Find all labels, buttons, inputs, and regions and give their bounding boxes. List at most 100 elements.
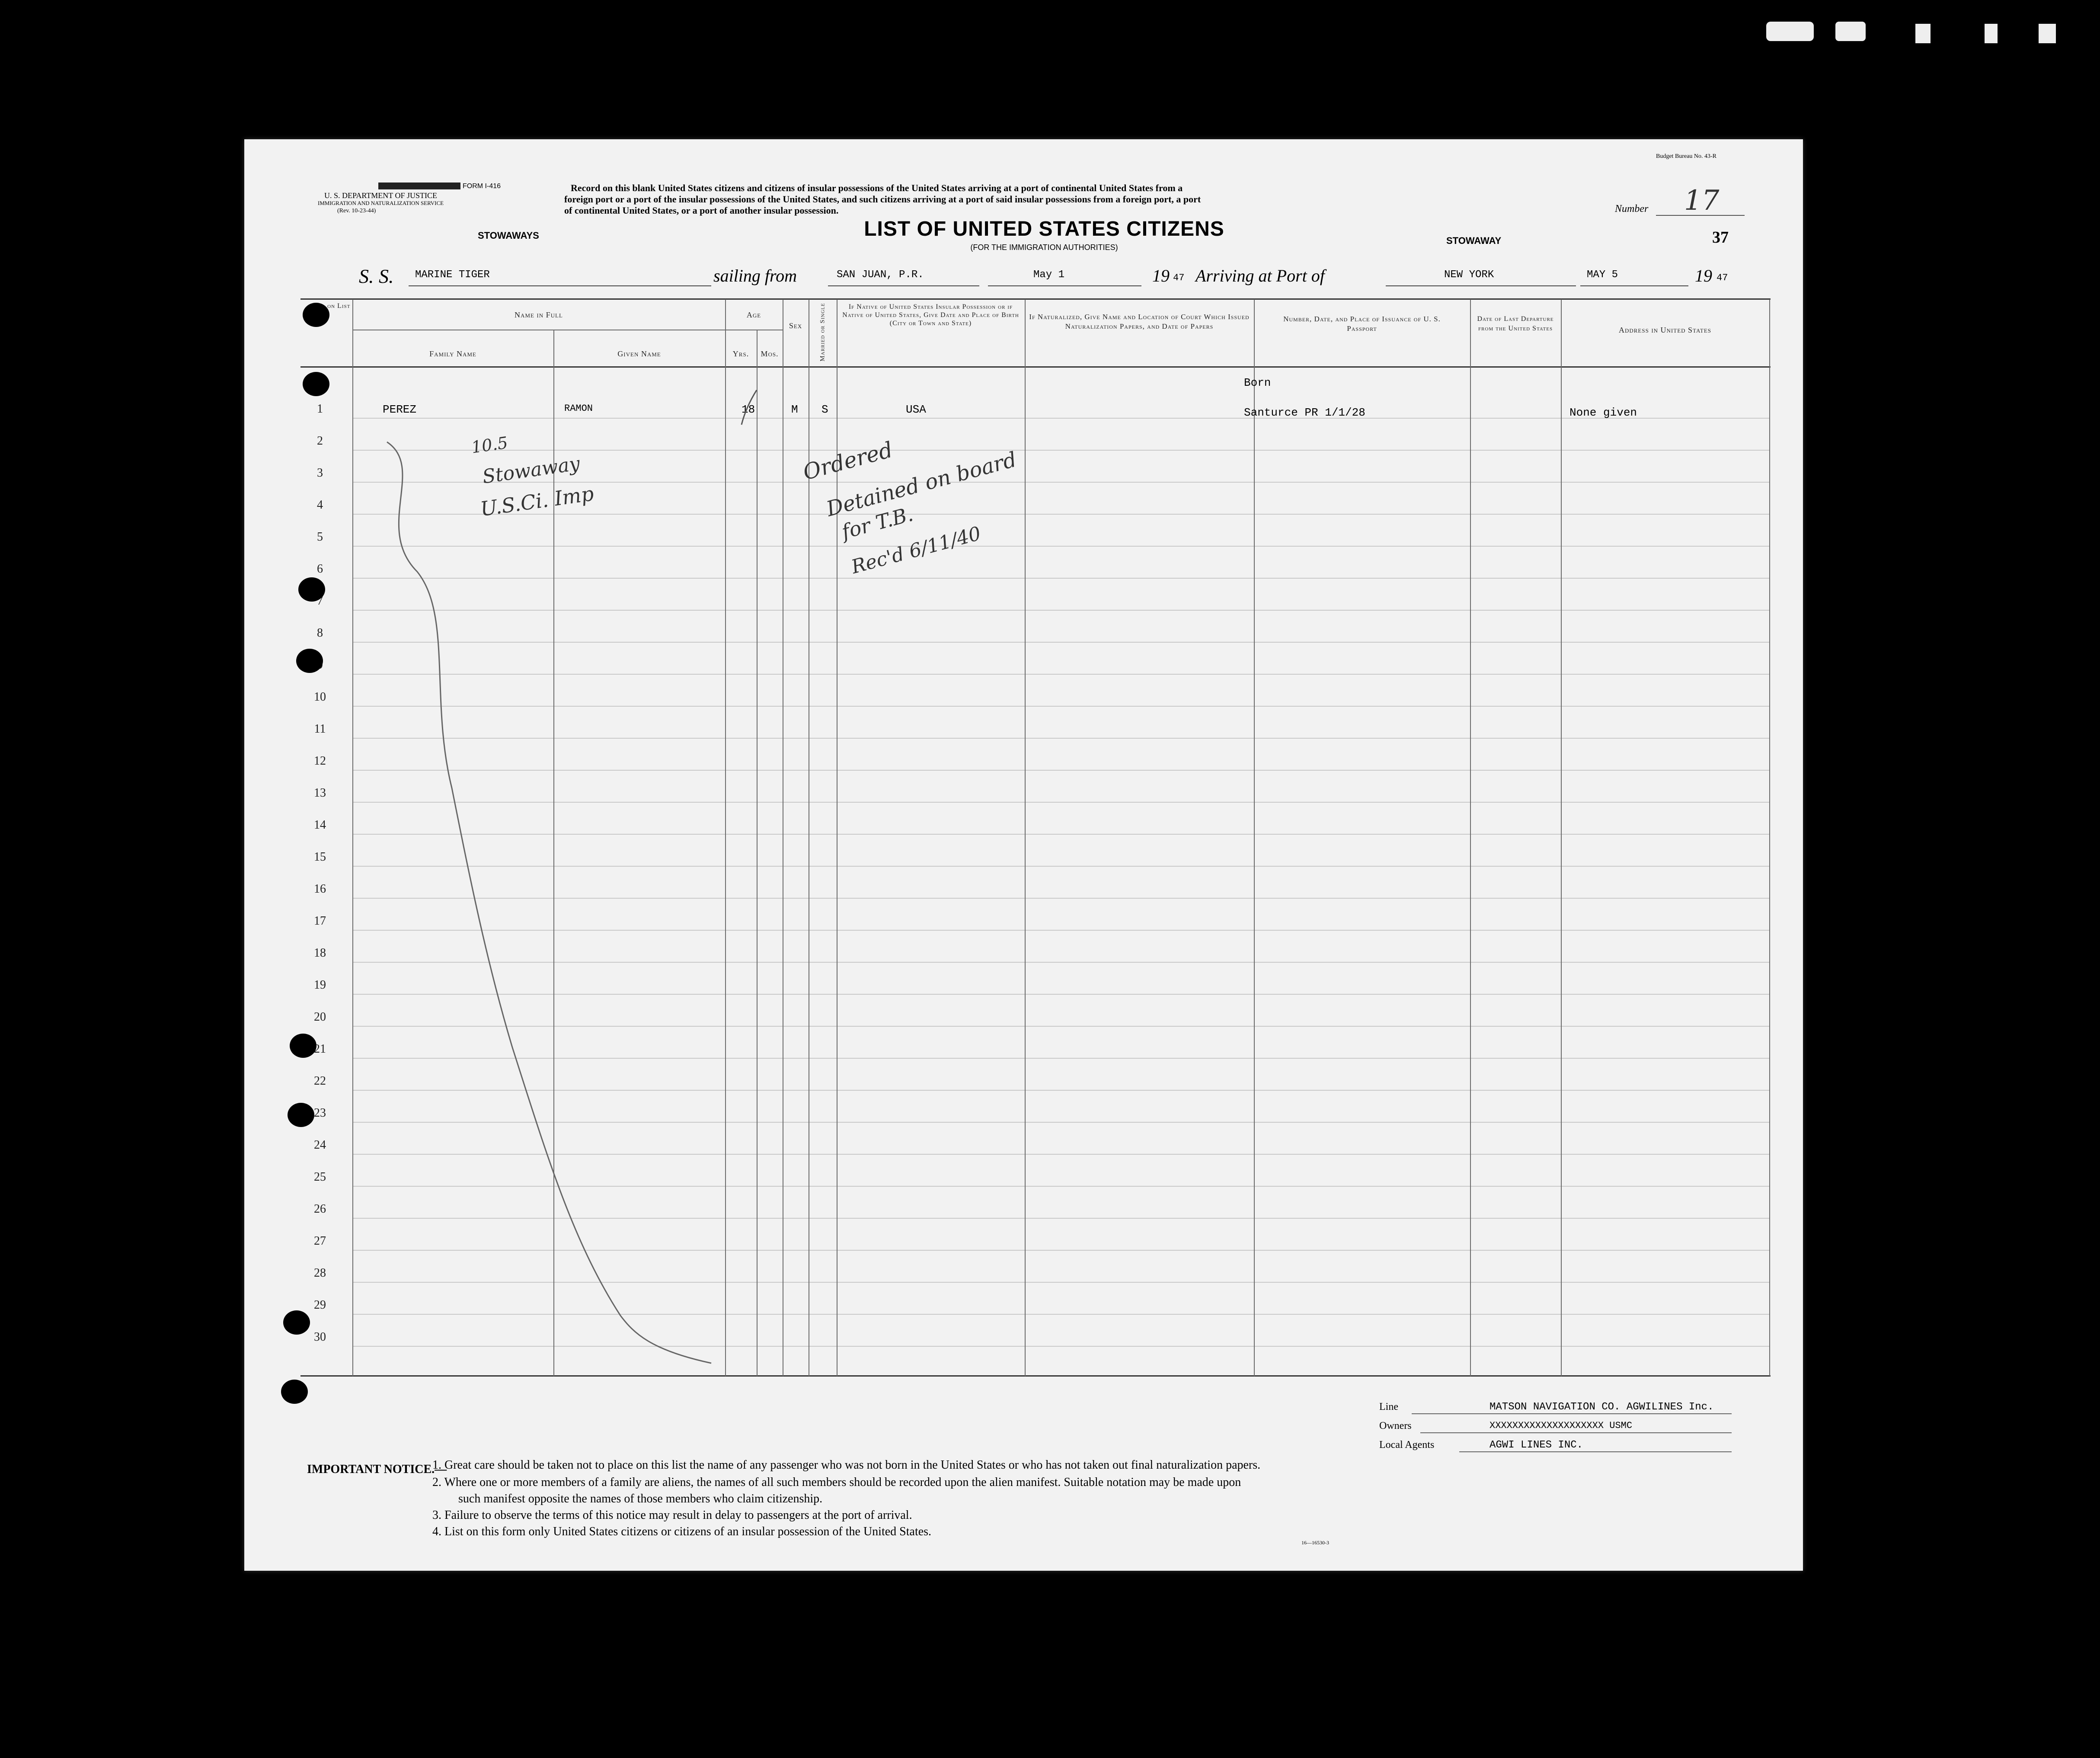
owners-value: XXXXXXXXXXXXXXXXXXXX USMC xyxy=(1489,1420,1633,1431)
entry-given-name: RAMON xyxy=(564,403,593,414)
col-header-given: Given Name xyxy=(617,349,661,358)
col-rule xyxy=(1769,299,1770,1376)
service-line: IMMIGRATION AND NATURALIZATION SERVICE xyxy=(318,200,444,206)
ruled-line xyxy=(352,1090,1769,1091)
ss-label: S. S. xyxy=(359,265,394,287)
row-number: 28 xyxy=(314,1266,326,1280)
row-number: 6 xyxy=(317,562,323,576)
punch-hole xyxy=(296,649,323,673)
sailing-label: sailing from xyxy=(713,266,797,285)
row-number: 11 xyxy=(314,722,326,736)
col-rule xyxy=(553,330,554,1376)
col-header-mos: Mos. xyxy=(761,349,779,358)
handwritten-note-mid-1: Ordered xyxy=(800,437,895,485)
col-header-native: If Native of United States Insular Posse… xyxy=(842,303,1019,327)
stowaway-label: STOWAWAY xyxy=(1446,235,1502,246)
ruled-line xyxy=(352,1154,1769,1155)
agents-label: Local Agents xyxy=(1379,1439,1435,1451)
ruled-line xyxy=(352,1250,1769,1251)
arrive-date-line xyxy=(1580,285,1688,286)
owners-rule xyxy=(1420,1432,1732,1433)
ruled-line xyxy=(352,1346,1769,1347)
row-number: 19 xyxy=(314,978,326,992)
punch-hole xyxy=(303,303,329,327)
notice-2: 2. Where one or more members of a family… xyxy=(432,1476,1241,1489)
handwritten-note-left-2: Stowaway xyxy=(481,452,582,488)
entry-born-label: Born xyxy=(1244,376,1271,389)
handwritten-note-left-1: 10.5 xyxy=(470,433,509,457)
row-number: 25 xyxy=(314,1170,326,1184)
row-number: 22 xyxy=(314,1074,326,1088)
row-number: 3 xyxy=(317,466,323,480)
col-header-married-text: Married or Single xyxy=(819,303,826,362)
col-header-address: Address in United States xyxy=(1618,326,1712,334)
col-rule xyxy=(1561,299,1562,1376)
row-number: 26 xyxy=(314,1202,326,1216)
page-title: LIST OF UNITED STATES CITIZENS xyxy=(864,218,1224,240)
stowaways-label: STOWAWAYS xyxy=(478,230,539,241)
ruled-line xyxy=(352,482,1769,483)
line-value: MATSON NAVIGATION CO. AGWILINES Inc. xyxy=(1489,1401,1714,1413)
notice-4: 4. List on this form only United States … xyxy=(432,1525,932,1538)
ruled-line xyxy=(352,1122,1769,1123)
film-edge-mark xyxy=(1915,24,1931,43)
redaction-bar xyxy=(378,183,460,189)
ruled-line xyxy=(352,1282,1769,1283)
punch-hole xyxy=(298,577,325,602)
notice-3: 3. Failure to observe the terms of this … xyxy=(432,1508,912,1522)
row-number: 8 xyxy=(317,626,323,640)
row-number: 17 xyxy=(314,914,326,928)
ship-line xyxy=(409,285,711,286)
notice-1: 1. Great care should be taken not to pla… xyxy=(432,1458,1261,1472)
ruled-line xyxy=(352,546,1769,547)
agents-rule xyxy=(1459,1451,1732,1452)
ruled-line xyxy=(352,450,1769,451)
col-rule xyxy=(757,330,758,1376)
row-number: 13 xyxy=(314,786,326,800)
row-number: 12 xyxy=(314,754,326,768)
owners-label: Owners xyxy=(1379,1420,1412,1431)
agents-value: AGWI LINES INC. xyxy=(1489,1439,1583,1451)
ruled-line xyxy=(352,770,1769,771)
ruled-line xyxy=(352,1026,1769,1027)
to-port: NEW YORK xyxy=(1444,269,1494,281)
sail-year: 47 xyxy=(1173,272,1185,283)
ruled-line xyxy=(352,642,1769,643)
row-number: 27 xyxy=(314,1234,326,1248)
col-header-sex: Sex xyxy=(789,321,802,330)
punch-hole xyxy=(281,1380,308,1404)
ruled-line xyxy=(352,962,1769,963)
arrive-year-prefix: 19 xyxy=(1695,266,1712,285)
col-header-family: Family Name xyxy=(429,349,476,358)
sail-year-prefix: 19 xyxy=(1152,266,1170,285)
row-number: 1 xyxy=(317,402,323,416)
punch-hole xyxy=(303,372,329,396)
notice-2-cont: such manifest opposite the names of thos… xyxy=(458,1492,823,1505)
col-header-yrs: Yrs. xyxy=(732,349,749,358)
punch-hole xyxy=(290,1034,316,1058)
entry-family-name: PEREZ xyxy=(383,403,417,416)
sail-date: May 1 xyxy=(1033,269,1065,281)
row-number: 24 xyxy=(314,1138,326,1152)
department-line: U. S. DEPARTMENT OF JUSTICE xyxy=(324,191,437,200)
notice-title: IMPORTANT NOTICE.— xyxy=(307,1463,447,1476)
ruled-line xyxy=(352,514,1769,515)
from-port-line xyxy=(828,285,979,286)
col-header-name: Name in Full xyxy=(515,311,563,319)
col-rule xyxy=(1254,299,1255,1376)
ruled-line xyxy=(352,866,1769,867)
entry-sex: M xyxy=(791,403,798,416)
ruled-line xyxy=(352,674,1769,675)
line-rule xyxy=(1412,1413,1732,1414)
col-rule xyxy=(725,299,726,1376)
record-notice-1: Record on this blank United States citiz… xyxy=(571,183,1183,193)
number-value: 17 xyxy=(1684,185,1720,217)
record-notice-2: foreign port or a port of the insular po… xyxy=(564,194,1201,205)
record-notice-3: of continental United States, or a port … xyxy=(564,205,839,216)
film-edge-mark xyxy=(1766,22,1814,41)
sail-date-line xyxy=(988,285,1141,286)
table-top-rule xyxy=(300,298,1771,300)
ruled-line xyxy=(352,418,1769,419)
row-number: 5 xyxy=(317,530,323,544)
row-number: 10 xyxy=(314,690,326,704)
